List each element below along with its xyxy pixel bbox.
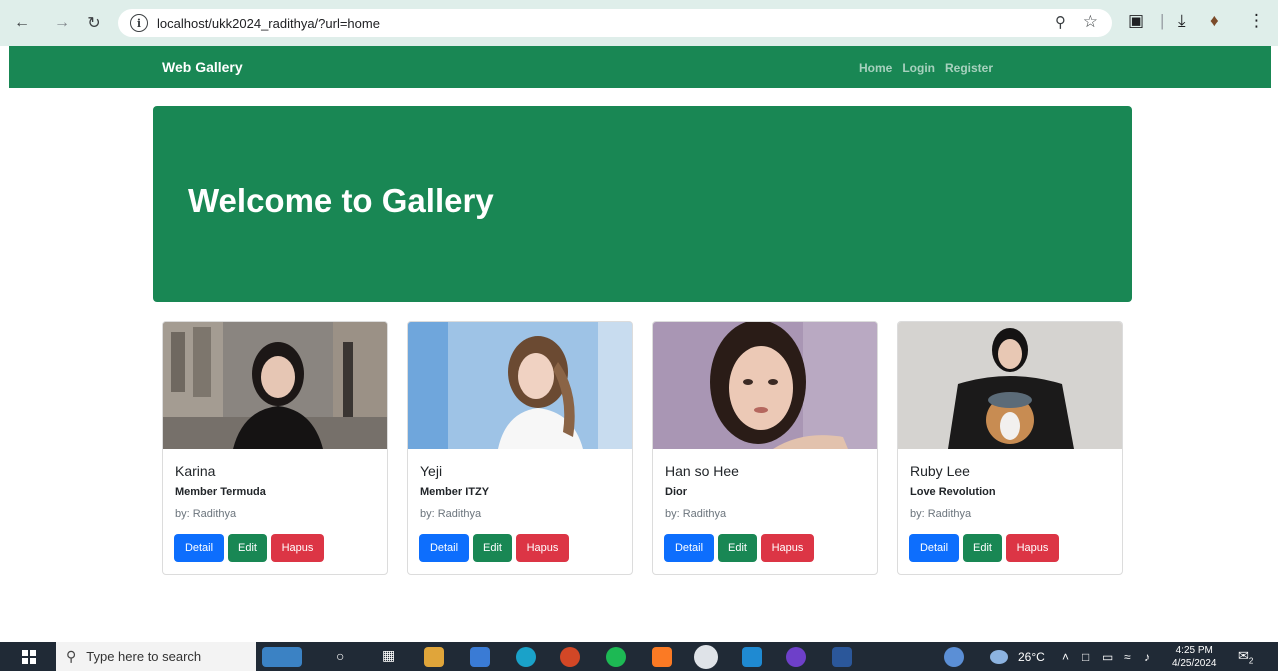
hapus-button[interactable]: Hapus	[271, 534, 324, 562]
browser-toolbar: ← → ↻ i localhost/ukk2024_radithya/?url=…	[0, 0, 1278, 46]
address-bar[interactable]: i localhost/ukk2024_radithya/?url=home ⚲…	[118, 9, 1112, 37]
navbar-brand[interactable]: Web Gallery	[162, 59, 243, 75]
xampp-icon[interactable]	[652, 647, 672, 667]
card-subtitle: Dior	[665, 486, 687, 498]
task-view-icon[interactable]: ▦	[382, 647, 395, 664]
search-highlight-icon[interactable]	[262, 647, 302, 667]
card-author: by: Radithya	[665, 508, 727, 520]
card-title: Yeji	[420, 463, 443, 479]
gallery-card: Yeji Member ITZY by: Radithya Detail Edi…	[407, 321, 633, 575]
site-navbar: Web Gallery Home Login Register	[9, 46, 1271, 88]
search-icon: ⚲	[66, 648, 77, 664]
photo-karina-icon[interactable]	[163, 322, 387, 449]
card-subtitle: Love Revolution	[910, 486, 996, 498]
weather-icon[interactable]	[990, 650, 1008, 664]
hero-banner: Welcome to Gallery	[153, 106, 1132, 302]
network-icon[interactable]: ≈	[1124, 650, 1131, 664]
edge-icon[interactable]	[516, 647, 536, 667]
meet-now-icon[interactable]: □	[1082, 650, 1089, 664]
chrome-icon[interactable]	[694, 645, 718, 669]
menu-kebab-icon[interactable]: ⋮	[1248, 11, 1265, 31]
nav-link-login[interactable]: Login	[902, 61, 935, 75]
gallery-card: Karina Member Termuda by: Radithya Detai…	[162, 321, 388, 575]
detail-button[interactable]: Detail	[174, 534, 224, 562]
gallery-card: Han so Hee Dior by: Radithya Detail Edit…	[652, 321, 878, 575]
card-author: by: Radithya	[910, 508, 972, 520]
download-icon[interactable]: ⤓	[1178, 11, 1186, 31]
tray-chevron-icon[interactable]: ˄	[1062, 650, 1069, 664]
forward-arrow-icon[interactable]: →	[50, 11, 74, 35]
notification-center-icon[interactable]: ✉2	[1238, 648, 1253, 666]
store-icon[interactable]	[470, 647, 490, 667]
card-author: by: Radithya	[420, 508, 482, 520]
detail-button[interactable]: Detail	[419, 534, 469, 562]
card-actions: Detail Edit Hapus	[174, 534, 324, 562]
reload-icon[interactable]: ↻	[82, 11, 106, 35]
taskbar-clock[interactable]: 4:25 PM 4/25/2024	[1172, 644, 1217, 670]
hapus-button[interactable]: Hapus	[516, 534, 569, 562]
github-desktop-icon[interactable]	[786, 647, 806, 667]
bookmark-star-icon[interactable]: ☆	[1083, 12, 1098, 32]
battery-icon[interactable]: ▭	[1102, 650, 1113, 664]
card-actions: Detail Edit Hapus	[419, 534, 569, 562]
help-icon[interactable]	[944, 647, 964, 667]
site-info-icon[interactable]: i	[130, 14, 148, 32]
card-subtitle: Member ITZY	[420, 486, 490, 498]
search-placeholder: Type here to search	[86, 649, 202, 664]
hapus-button[interactable]: Hapus	[761, 534, 814, 562]
edit-button[interactable]: Edit	[718, 534, 757, 562]
windows-taskbar: ⚲ Type here to search ○ ▦ 26°C ˄ □ ▭ ≈ ♪…	[0, 642, 1278, 671]
url-text: localhost/ukk2024_radithya/?url=home	[157, 15, 380, 31]
hapus-button[interactable]: Hapus	[1006, 534, 1059, 562]
photo-han-so-hee-icon[interactable]	[653, 322, 877, 449]
toolbar-divider: |	[1160, 11, 1165, 30]
clock-time: 4:25 PM	[1175, 645, 1213, 656]
nav-link-register[interactable]: Register	[945, 61, 993, 75]
card-actions: Detail Edit Hapus	[664, 534, 814, 562]
detail-button[interactable]: Detail	[664, 534, 714, 562]
profile-extension-icon[interactable]: ♦	[1210, 11, 1219, 31]
extensions-icon[interactable]: ▣	[1128, 11, 1144, 31]
notification-count: 2	[1248, 656, 1254, 666]
zoom-icon[interactable]: ⚲	[1055, 13, 1066, 31]
card-subtitle: Member Termuda	[175, 486, 266, 498]
windows-start-icon[interactable]	[22, 650, 36, 664]
detail-button[interactable]: Detail	[909, 534, 959, 562]
taskbar-search-input[interactable]: ⚲ Type here to search	[56, 642, 256, 671]
word-icon[interactable]	[832, 647, 852, 667]
card-author: by: Radithya	[175, 508, 237, 520]
spotify-icon[interactable]	[606, 647, 626, 667]
edit-button[interactable]: Edit	[963, 534, 1002, 562]
temperature-text[interactable]: 26°C	[1018, 650, 1045, 664]
card-title: Ruby Lee	[910, 463, 970, 479]
photo-ruby-lee-icon[interactable]	[898, 322, 1122, 449]
hero-title: Welcome to Gallery	[188, 182, 494, 219]
nav-link-home[interactable]: Home	[859, 61, 892, 75]
card-title: Han so Hee	[665, 463, 739, 479]
volume-icon[interactable]: ♪	[1144, 650, 1150, 664]
vscode-icon[interactable]	[742, 647, 762, 667]
card-title: Karina	[175, 463, 216, 479]
cortana-icon[interactable]: ○	[336, 648, 344, 664]
clock-date: 4/25/2024	[1172, 658, 1217, 669]
powerpoint-icon[interactable]	[560, 647, 580, 667]
file-explorer-icon[interactable]	[424, 647, 444, 667]
card-actions: Detail Edit Hapus	[909, 534, 1059, 562]
gallery-card: Ruby Lee Love Revolution by: Radithya De…	[897, 321, 1123, 575]
nav-links: Home Login Register	[859, 61, 993, 75]
back-arrow-icon[interactable]: ←	[10, 11, 34, 35]
edit-button[interactable]: Edit	[473, 534, 512, 562]
edit-button[interactable]: Edit	[228, 534, 267, 562]
photo-yeji-icon[interactable]	[408, 322, 632, 449]
